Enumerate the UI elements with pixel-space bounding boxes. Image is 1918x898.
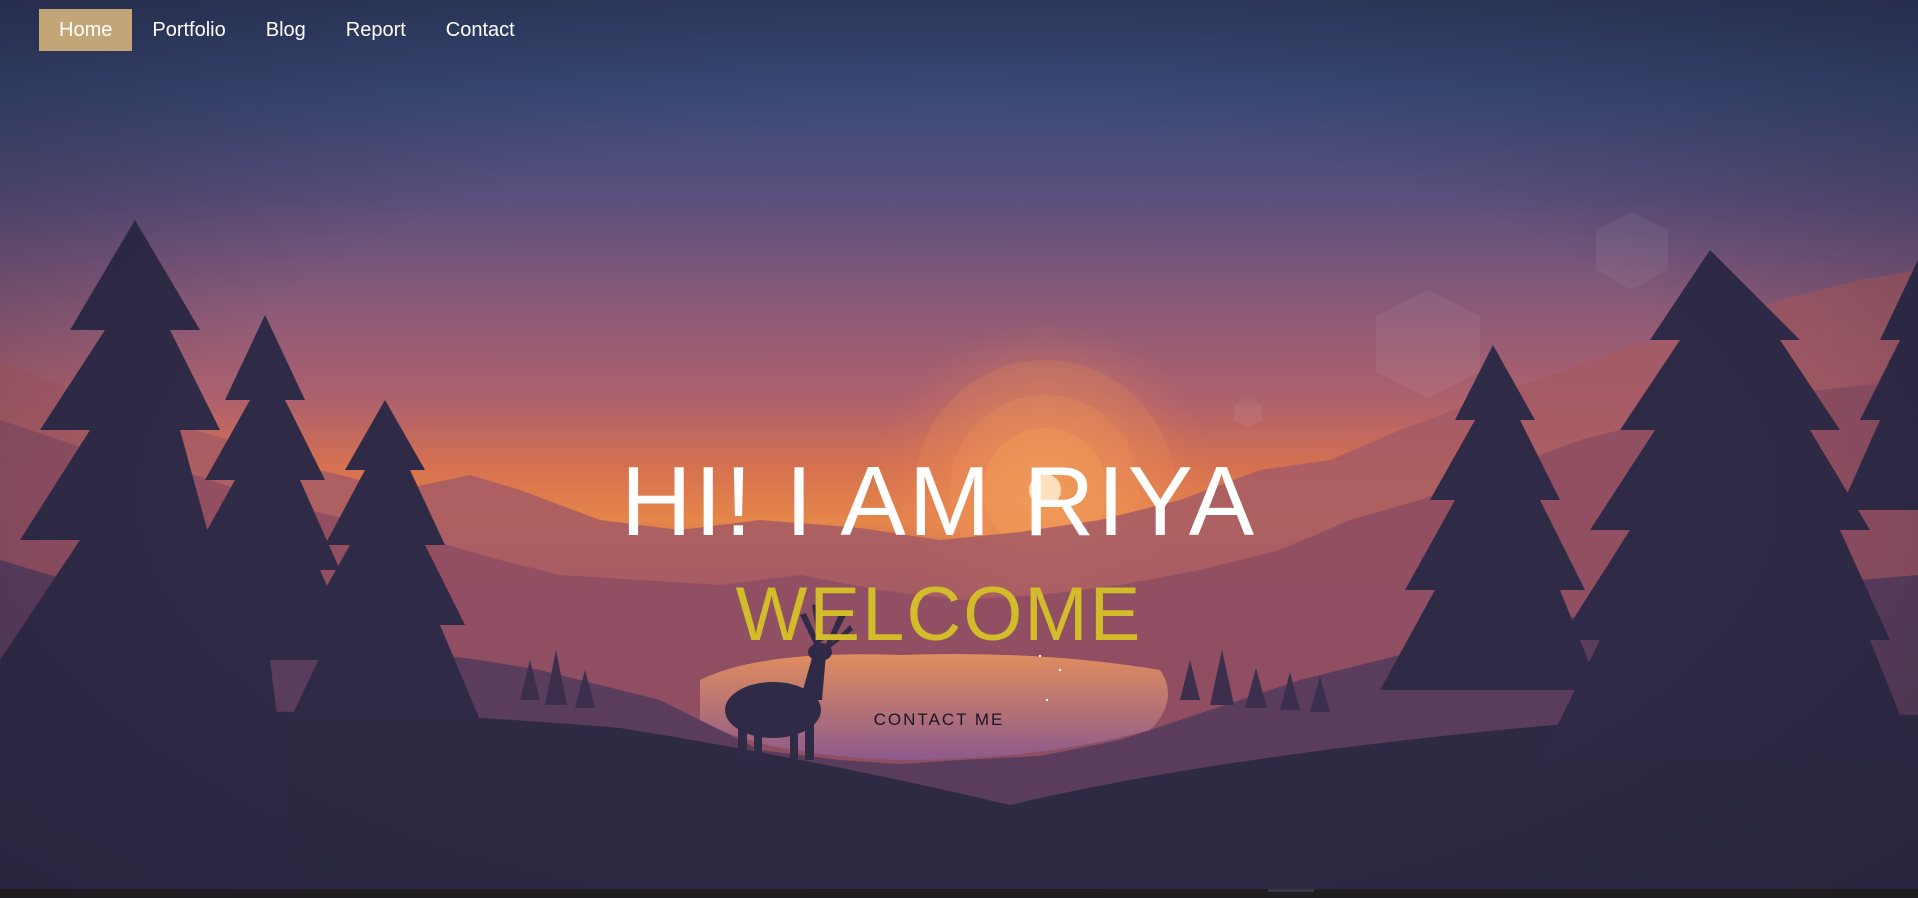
hero-section: Home Portfolio Blog Report Contact HI! I… [0, 0, 1918, 898]
strip-divider [1268, 889, 1314, 892]
hero-subtitle: WELCOME [735, 572, 1143, 657]
hero-content: HI! I AM RIYA WELCOME CONTACT ME [0, 0, 1878, 898]
hero-title: HI! I AM RIYA [620, 446, 1258, 556]
bottom-strip [0, 889, 1918, 898]
contact-me-button[interactable]: CONTACT ME [839, 700, 1039, 740]
